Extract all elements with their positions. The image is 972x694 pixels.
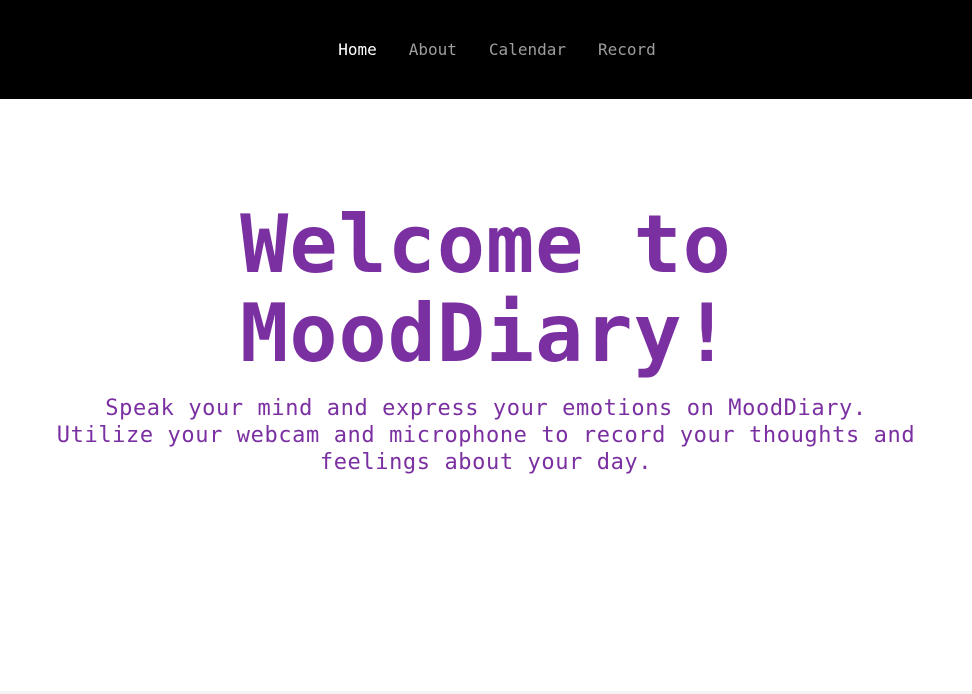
nav-links: Home About Calendar Record <box>338 40 656 59</box>
hero-section: Welcome to MoodDiary! Speak your mind an… <box>0 99 972 476</box>
nav-link-about[interactable]: About <box>409 40 457 59</box>
title-line-1: Welcome to <box>240 198 732 291</box>
top-navbar: Home About Calendar Record <box>0 0 972 99</box>
title-line-2: MoodDiary! <box>240 287 732 380</box>
page-title: Welcome to MoodDiary! <box>206 200 766 378</box>
nav-link-record[interactable]: Record <box>598 40 656 59</box>
nav-link-calendar[interactable]: Calendar <box>489 40 566 59</box>
hero-subtitle: Speak your mind and express your emotion… <box>56 396 916 475</box>
nav-link-home[interactable]: Home <box>338 40 377 59</box>
